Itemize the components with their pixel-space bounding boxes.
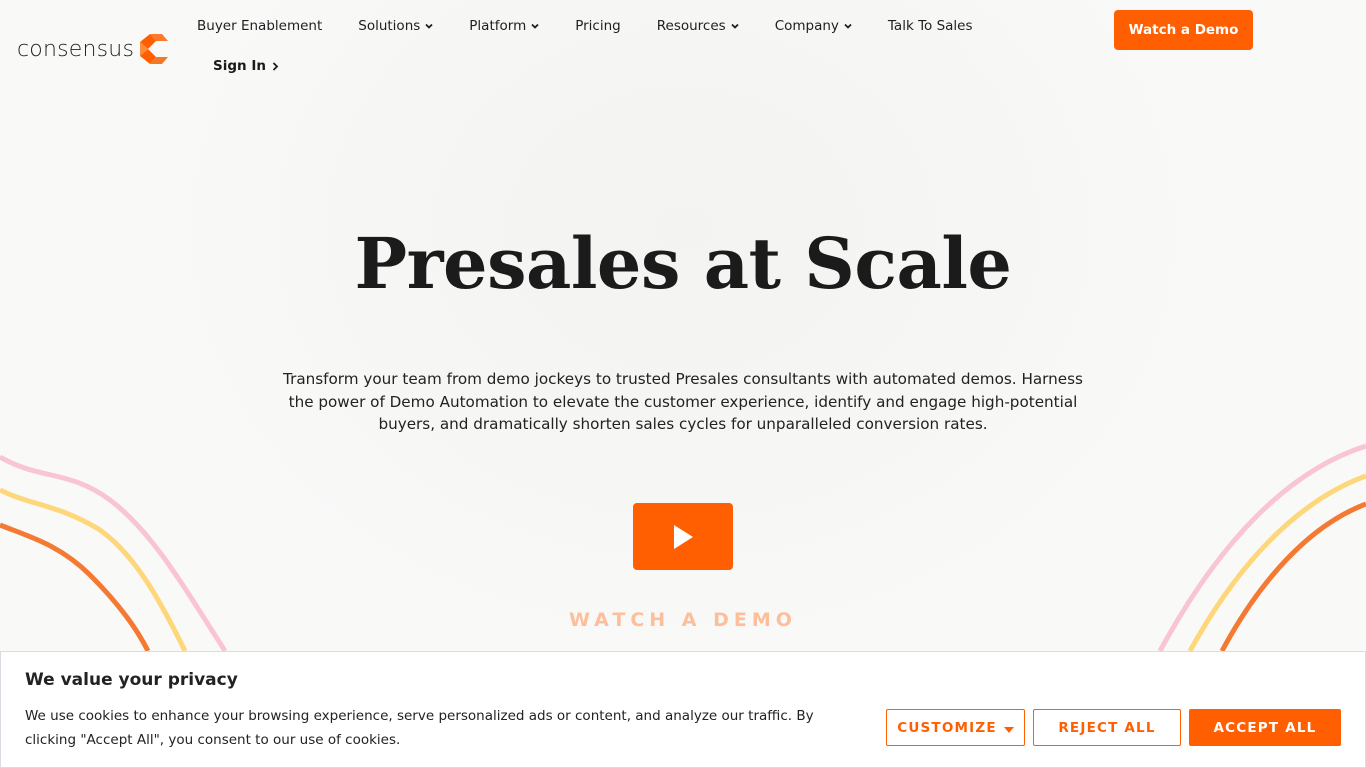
reject-all-button[interactable]: REJECT ALL	[1033, 709, 1181, 746]
play-video-button[interactable]	[633, 503, 733, 570]
nav-item-pricing[interactable]: Pricing	[575, 18, 621, 34]
nav-label: Solutions	[358, 18, 421, 34]
sign-in-label: Sign In	[213, 58, 266, 74]
wave-left-orange	[0, 522, 151, 653]
logo-wordmark: consensus	[17, 36, 135, 62]
chevron-down-icon	[425, 23, 433, 29]
nav-item-buyer-enablement[interactable]: Buyer Enablement	[197, 18, 322, 34]
nav-label: Pricing	[575, 18, 621, 34]
caret-down-icon	[1003, 726, 1014, 733]
nav-label: Resources	[656, 18, 726, 34]
nav-label: Platform	[469, 18, 527, 34]
cookie-text: We use cookies to enhance your browsing …	[25, 708, 814, 748]
cookie-consent-banner: We value your privacy We use cookies to …	[0, 651, 1366, 768]
nav-item-solutions[interactable]: Solutions	[358, 18, 433, 34]
nav-label: Company	[774, 18, 839, 34]
watch-demo-label[interactable]: WATCH A DEMO	[0, 609, 1366, 631]
site-header: consensus Buyer Enablement Solutions Pla…	[0, 0, 1366, 100]
consensus-logo[interactable]: consensus	[17, 34, 169, 64]
nav-item-company[interactable]: Company	[775, 18, 852, 34]
nav-item-talk-to-sales[interactable]: Talk To Sales	[888, 18, 973, 34]
consensus-c-icon	[140, 34, 169, 64]
main-nav: Buyer Enablement Solutions Platform Pric…	[197, 18, 1009, 34]
chevron-right-icon	[272, 61, 279, 71]
hero-title: Presales at Scale	[354, 222, 1012, 305]
chevron-down-icon	[531, 23, 539, 29]
cookie-title: We value your privacy	[25, 670, 238, 690]
chevron-down-icon	[731, 23, 739, 29]
sign-in-link[interactable]: Sign In	[213, 58, 279, 74]
nav-label: Talk To Sales	[887, 18, 973, 34]
accept-all-button[interactable]: ACCEPT ALL	[1189, 709, 1341, 746]
chevron-down-icon	[844, 23, 852, 29]
customize-label: CUSTOMIZE	[897, 719, 997, 736]
nav-item-resources[interactable]: Resources	[657, 18, 739, 34]
hero-subtitle: Transform your team from demo jockeys to…	[283, 370, 1083, 433]
nav-item-platform[interactable]: Platform	[469, 18, 539, 34]
play-icon	[674, 524, 693, 549]
nav-label: Buyer Enablement	[197, 18, 323, 34]
watch-demo-header-button[interactable]: Watch a Demo	[1114, 10, 1253, 50]
customize-button[interactable]: CUSTOMIZE	[886, 709, 1025, 746]
